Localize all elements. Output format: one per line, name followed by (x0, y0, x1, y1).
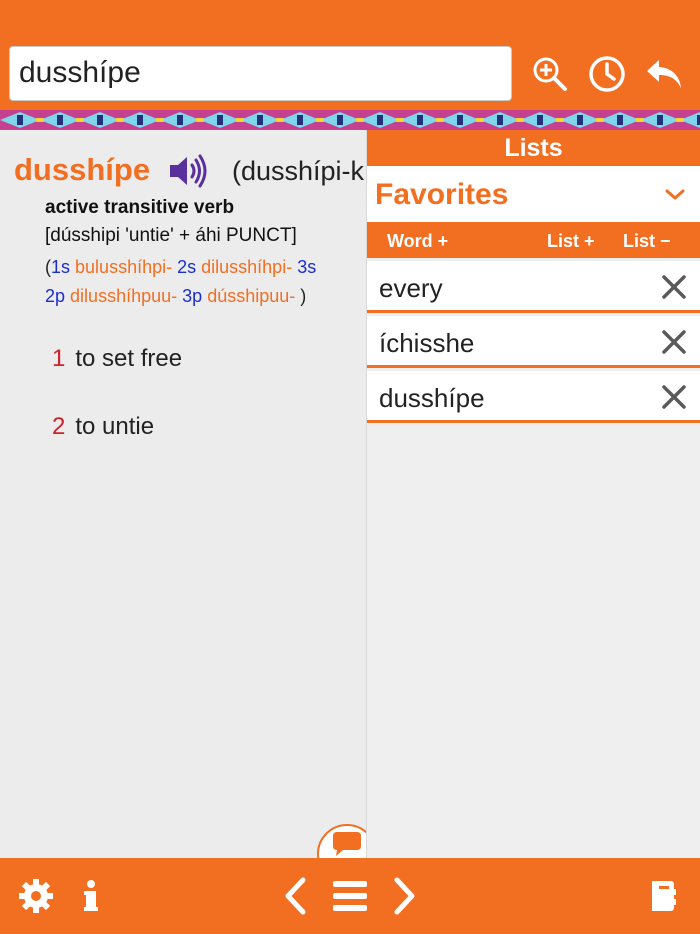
conjugated-form[interactable]: dússhipuu- (207, 286, 295, 306)
speaker-icon[interactable] (168, 154, 208, 188)
close-paren: ) (300, 286, 307, 306)
selected-list-name: Favorites (375, 178, 509, 211)
chevron-right-icon[interactable] (390, 874, 420, 918)
add-list-button[interactable]: List + (547, 231, 595, 252)
list-item[interactable]: every (367, 261, 700, 313)
headword: dusshípe (14, 152, 151, 187)
part-of-speech: active transitive verb (45, 197, 235, 218)
lists-title: Lists (367, 130, 700, 166)
info-icon[interactable] (78, 874, 104, 918)
sense-number: 1 (52, 345, 66, 372)
close-x-icon[interactable] (660, 273, 688, 301)
sense-text: to set free (75, 345, 183, 372)
chevron-down-icon (664, 184, 686, 204)
conjugation-row-2: 2p dilusshíhpuu- 3p dússhipuu- ) (45, 286, 306, 307)
hamburger-menu-icon[interactable] (330, 874, 370, 918)
beadwork-border (0, 110, 700, 130)
chevron-left-icon[interactable] (280, 874, 310, 918)
person-tag: 3s (297, 257, 317, 277)
person-tag: 1s (51, 257, 71, 277)
speech-bubble-icon (333, 832, 361, 856)
lists-panel: Lists Favorites Word + List + List − eve… (366, 130, 700, 858)
list-item-word: dusshípe (379, 383, 485, 413)
person-tag: 3p (182, 286, 203, 306)
search-input[interactable]: dusshípe (9, 46, 512, 101)
conjugation-row-1: (1s bulusshíhpi- 2s dilusshíhpi- 3s (45, 257, 316, 278)
close-x-icon[interactable] (660, 383, 688, 411)
gear-icon[interactable] (16, 874, 56, 918)
close-x-icon[interactable] (660, 328, 688, 356)
clock-icon[interactable] (585, 52, 629, 96)
stem-form: (dusshípi-k (232, 156, 365, 186)
sense-number: 2 (52, 413, 66, 440)
person-tag: 2s (177, 257, 197, 277)
sense-item: 1 to set free (52, 345, 182, 373)
list-item-word: íchisshe (379, 328, 475, 358)
book-icon[interactable] (648, 874, 678, 918)
sense-text: to untie (75, 413, 155, 440)
sense-item: 2 to untie (52, 413, 154, 441)
list-item-word: every (379, 273, 443, 303)
list-item[interactable]: dusshípe (367, 371, 700, 423)
list-item[interactable]: íchisshe (367, 316, 700, 368)
person-tag: 2p (45, 286, 66, 306)
list-actions-bar: Word + List + List − (367, 222, 700, 258)
list-selector[interactable]: Favorites (367, 166, 700, 222)
conjugated-form[interactable]: bulusshíhpi- (75, 257, 172, 277)
conjugated-form[interactable]: dilusshíhpuu- (70, 286, 177, 306)
reply-arrow-icon[interactable] (642, 52, 686, 96)
top-bar: dusshípe (0, 0, 700, 110)
dictionary-entry: dusshípe (dusshípi-k active transitive v… (0, 130, 366, 858)
bottom-toolbar (0, 858, 700, 934)
conjugated-form[interactable]: dilusshíhpi- (201, 257, 292, 277)
etymology: [dússhipi 'untie' + áhi PUNCT] (45, 225, 297, 246)
remove-list-button[interactable]: List − (623, 231, 671, 252)
zoom-in-icon[interactable] (528, 52, 572, 96)
add-word-button[interactable]: Word + (387, 231, 448, 252)
